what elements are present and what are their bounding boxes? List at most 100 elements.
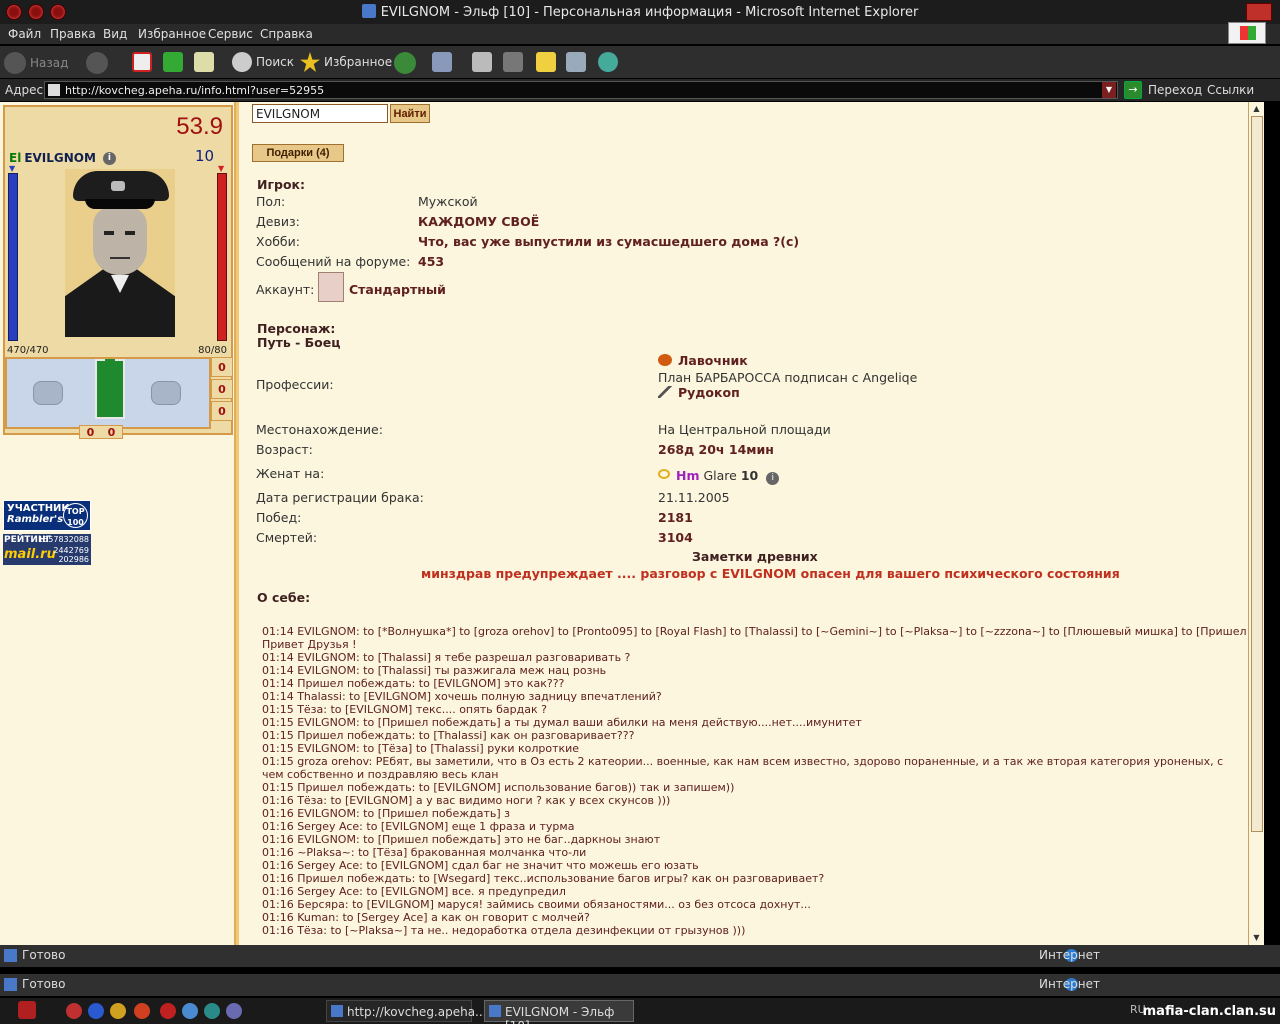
page-content: 53.9 El EVILGNOM i 10 470/ [0,102,1264,945]
player-search-input[interactable] [252,104,388,123]
clan-tag[interactable]: El [9,151,21,165]
quicklaunch-icon[interactable] [134,1003,150,1019]
log-line: 01:15 EVILGNOM: to [Тёза] to [Thalassi] … [262,742,580,755]
avatar-cap-badge [111,181,125,191]
equipment-slot[interactable]: 0 [211,379,233,399]
stop-button[interactable] [132,52,152,72]
spouse-name: Glare [703,468,737,483]
bottom-slot[interactable]: 0 [87,426,95,439]
quicklaunch-icon[interactable] [226,1003,242,1019]
windows-logo-icon [1228,22,1266,44]
motto-value: КАЖДОМУ СВОЁ [418,214,540,229]
scroll-down-icon[interactable]: ▼ [1251,933,1262,943]
forum-label: Сообщений на форуме: [256,254,411,269]
favorites-label: Избранное [324,55,393,69]
wins-value: 2181 [658,510,693,525]
log-line: 01:14 Пришел побеждать: to [EVILGNOM] эт… [262,677,565,690]
forward-arrow-icon [86,52,108,74]
hp-bar [8,164,18,341]
log-line: 01:16 Тёза: to [~Plaksa~] та не.. недора… [262,924,746,937]
rambler-top100-badge[interactable]: УЧАСТНИК Rambler's TOP 100 [3,500,91,531]
character-level: 10 [195,147,215,165]
scroll-thumb[interactable] [1251,116,1263,832]
gender-value: Мужской [418,194,478,209]
log-line: 01:16 Тёза: to [EVILGNOM] а у вас видимо… [262,794,671,807]
favorites-button[interactable]: Избранное [300,52,392,72]
menu-tools[interactable]: Сервис [208,27,253,41]
spouse-info-icon[interactable]: i [766,472,780,485]
taskbar-window-2[interactable]: EVILGNOM - Эльф [10]... [484,1000,634,1024]
location-value: На Центральной площади [658,422,831,437]
find-button[interactable]: Найти [390,104,430,123]
left-fist-icon[interactable] [33,381,63,405]
menu-edit[interactable]: Правка [50,27,96,41]
notes-button[interactable] [536,52,556,72]
edit-button[interactable] [503,52,523,72]
quicklaunch-icon[interactable] [88,1003,104,1019]
professions-label: Профессии: [256,377,334,392]
age-value: 268д 20ч 14мин [658,442,774,457]
equipment-slot[interactable]: 0 [211,401,233,421]
log-line: 01:16 Sergey Ace: to [EVILGNOM] все. я п… [262,885,566,898]
mail-counter: 1557832088 [38,535,89,544]
menu-help[interactable]: Справка [260,27,313,41]
taskbar-window-1[interactable]: http://kovcheg.apeha.... [326,1000,490,1022]
window-title-text: EVILGNOM - Эльф [10] - Персональная инфо… [380,5,919,20]
zone-text: Интернет [1038,977,1100,991]
character-section-title: Персонаж: [257,321,336,336]
research-button[interactable] [566,52,586,72]
search-button[interactable]: Поиск [232,52,294,72]
vertical-scrollbar[interactable]: ▲ ▼ [1248,102,1264,945]
log-line: 01:15 EVILGNOM: to [Пришел побеждать] а … [262,716,862,729]
character-score: 53.9 [176,113,223,140]
equipment-slot[interactable]: 0 [211,357,233,377]
quicklaunch-icon[interactable] [66,1003,82,1019]
location-label: Местонахождение: [256,422,383,437]
wins-label: Побед: [256,510,302,525]
right-fist-icon[interactable] [151,381,181,405]
messenger-button[interactable] [598,52,618,72]
scroll-up-icon[interactable]: ▲ [1251,104,1262,114]
bottom-slot[interactable]: 0 [108,426,116,439]
history-button[interactable] [394,52,416,74]
log-line: 01:14 EVILGNOM: to [Thalassi] я тебе раз… [262,651,631,664]
menu-view[interactable]: Вид [103,27,127,41]
window-close-button[interactable] [1246,3,1272,21]
home-button[interactable] [194,52,214,72]
forward-button[interactable] [86,52,108,74]
go-button[interactable]: → Переход [1124,81,1202,99]
history-icon [394,52,416,74]
body-figure[interactable] [95,359,125,419]
quicklaunch-icon[interactable] [204,1003,220,1019]
address-dropdown-icon[interactable]: ▼ [1102,82,1116,98]
menu-bar: Файл Правка Вид Избранное Сервис Справка [0,24,1280,44]
spouse-level: 10 [740,468,759,483]
links-button[interactable]: Ссылки [1207,83,1254,97]
log-line: 01:15 Тёза: to [EVILGNOM] текс.... опять… [262,703,547,716]
hobby-label: Хобби: [256,234,300,249]
menu-file[interactable]: Файл [8,27,41,41]
mailru-rating-badge[interactable]: РЕЙТИНГ mail.ru 1557832088 2442769 20298… [3,534,91,565]
mp-value: 80/80 [198,345,227,356]
log-line: 01:16 Пришел побеждать: to [Wsegard] тек… [262,872,825,885]
start-button[interactable] [18,1001,36,1019]
address-input[interactable]: http://kovcheg.apeha.ru/info.html?user=5… [44,81,1118,99]
mail-button[interactable] [432,52,452,72]
back-button[interactable]: Назад [4,52,68,74]
notes-title: Заметки древних [692,549,818,564]
spouse-link[interactable]: Hm Glare 10 i [658,468,780,485]
refresh-button[interactable] [163,52,183,72]
player-section-title: Игрок: [257,177,306,192]
account-value: Стандартный [349,282,446,297]
quicklaunch-icon[interactable] [110,1003,126,1019]
quicklaunch-icon[interactable] [160,1003,176,1019]
info-icon[interactable]: i [102,151,116,165]
menu-favorites[interactable]: Избранное [138,27,206,41]
gifts-button[interactable]: Подарки (4) [252,144,344,162]
quicklaunch-icon[interactable] [182,1003,198,1019]
print-button[interactable] [472,52,492,72]
rambler-top-icon: TOP 100 [63,503,88,528]
zone-text: Интернет [1038,948,1100,962]
notes-text: минздрав предупреждает .... разговор с E… [421,566,1120,581]
home-icon [194,52,214,72]
